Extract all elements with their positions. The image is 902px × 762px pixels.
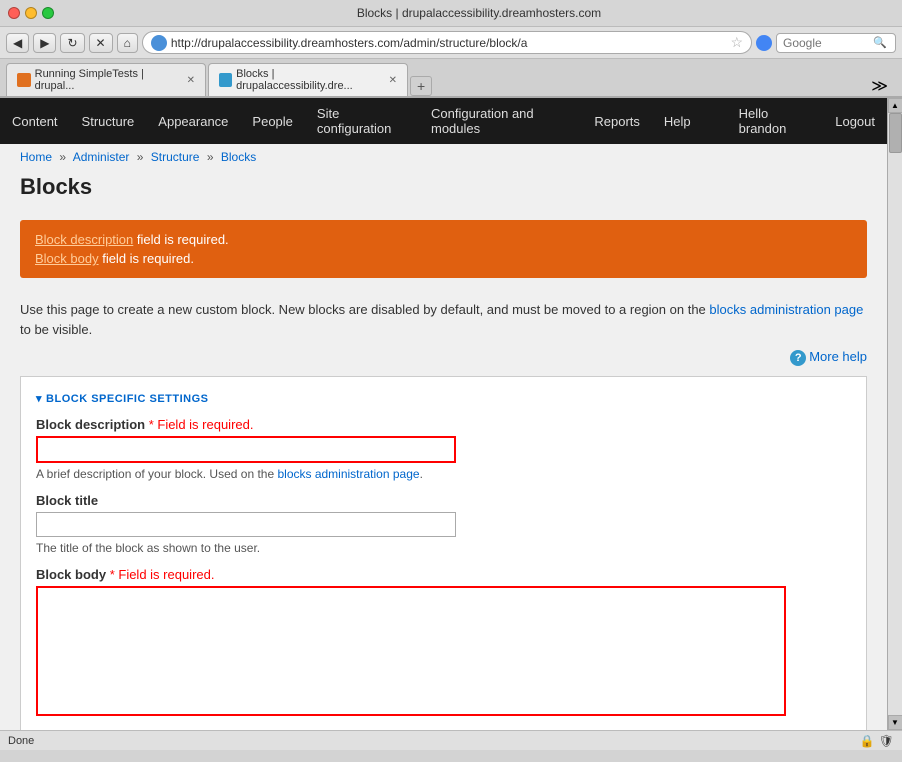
add-tab-button[interactable]: + xyxy=(410,76,432,96)
scroll-track[interactable] xyxy=(888,113,902,715)
block-description-input[interactable] xyxy=(36,436,456,463)
nav-content[interactable]: Content xyxy=(0,106,70,137)
block-description-hint: A brief description of your block. Used … xyxy=(36,467,851,481)
nav-reports[interactable]: Reports xyxy=(582,106,652,137)
bookmark-icon[interactable]: ☆ xyxy=(730,34,743,51)
tab-simpletests[interactable]: Running SimpleTests | drupal... ✕ xyxy=(6,63,206,96)
window-title: Blocks | drupalaccessibility.dreamhoster… xyxy=(64,6,894,20)
description-text-2: to be visible. xyxy=(20,322,92,337)
google-icon xyxy=(756,35,772,51)
more-help-text: More help xyxy=(809,349,867,364)
block-body-label: Block body * Field is required. xyxy=(36,567,851,582)
nav-structure[interactable]: Structure xyxy=(70,106,147,137)
error-1-link[interactable]: Block description xyxy=(35,232,133,247)
tab-close-2[interactable]: ✕ xyxy=(389,75,397,86)
error-1-text: field is required. xyxy=(133,232,228,247)
block-title-group: Block title The title of the block as sh… xyxy=(36,493,851,555)
description-text-1: Use this page to create a new custom blo… xyxy=(20,302,706,317)
tab-blocks[interactable]: Blocks | drupalaccessibility.dre... ✕ xyxy=(208,63,408,96)
drupal-nav: Content Structure Appearance People Site… xyxy=(0,98,887,144)
address-input[interactable] xyxy=(171,36,731,50)
breadcrumb: Home » Administer » Structure » Blocks xyxy=(0,144,887,170)
more-help-link[interactable]: ?More help xyxy=(790,349,867,364)
scrollbar: ▲ ▼ xyxy=(887,98,902,730)
block-settings-section: ▾ BLOCK SPECIFIC SETTINGS Block descripti… xyxy=(20,376,867,730)
scroll-up-arrow[interactable]: ▲ xyxy=(888,98,902,113)
block-title-hint: The title of the block as shown to the u… xyxy=(36,541,851,555)
status-bar: Done 🔒 🛡 xyxy=(0,730,902,750)
maximize-button[interactable] xyxy=(42,7,54,19)
minimize-button[interactable] xyxy=(25,7,37,19)
breadcrumb-blocks[interactable]: Blocks xyxy=(221,150,256,164)
home-button[interactable]: ⌂ xyxy=(117,33,138,53)
breadcrumb-sep-1: » xyxy=(59,150,66,164)
section-title: ▾ BLOCK SPECIFIC SETTINGS xyxy=(36,392,851,405)
nav-help[interactable]: Help xyxy=(652,106,703,137)
address-bar: ☆ xyxy=(142,31,752,54)
hint-text-1: A brief description of your block. Used … xyxy=(36,467,274,481)
error-box: Block description field is required. Blo… xyxy=(20,220,867,278)
tab-favicon-2 xyxy=(219,73,232,87)
help-icon: ? xyxy=(790,350,806,366)
block-title-input[interactable] xyxy=(36,512,456,537)
blocks-admin-page-link[interactable]: blocks administration page xyxy=(277,467,419,481)
tab-label-2: Blocks | drupalaccessibility.dre... xyxy=(236,68,384,92)
error-2-link[interactable]: Block body xyxy=(35,251,99,266)
page-description: Use this page to create a new custom blo… xyxy=(0,288,887,345)
tab-close-1[interactable]: ✕ xyxy=(187,75,195,86)
block-description-label-text: Block description xyxy=(36,417,145,432)
nav-people[interactable]: People xyxy=(240,106,304,137)
status-icon-1: 🔒 xyxy=(860,734,875,748)
tabs-bar: Running SimpleTests | drupal... ✕ Blocks… xyxy=(0,59,902,97)
block-description-label: Block description * Field is required. xyxy=(36,417,851,432)
scroll-thumb[interactable] xyxy=(889,113,902,153)
hint-period: . xyxy=(420,467,423,481)
window-controls xyxy=(8,7,54,19)
breadcrumb-sep-3: » xyxy=(207,150,214,164)
error-1: Block description field is required. xyxy=(35,232,852,247)
block-body-label-text: Block body xyxy=(36,567,106,582)
block-body-textarea[interactable] xyxy=(36,586,786,716)
error-2: Block body field is required. xyxy=(35,251,852,266)
nav-site-config[interactable]: Site configuration xyxy=(305,98,419,144)
status-icons: 🔒 🛡 xyxy=(860,734,894,748)
tab-favicon-1 xyxy=(17,73,31,87)
logout-link[interactable]: Logout xyxy=(823,106,887,137)
status-icon-2: 🛡 xyxy=(879,734,894,748)
blocks-admin-link[interactable]: blocks administration page xyxy=(709,302,863,317)
nav-appearance[interactable]: Appearance xyxy=(146,106,240,137)
page-content: Content Structure Appearance People Site… xyxy=(0,98,887,730)
navigation-bar: ◀ ▶ ↻ ✕ ⌂ ☆ 🔍 xyxy=(0,27,902,59)
breadcrumb-structure[interactable]: Structure xyxy=(151,150,200,164)
tab-scroll-right[interactable]: ≫ xyxy=(871,76,896,96)
more-help-container: ?More help xyxy=(0,345,887,376)
block-description-required: * Field is required. xyxy=(149,417,254,432)
section-toggle[interactable]: ▾ xyxy=(36,393,42,405)
forward-button[interactable]: ▶ xyxy=(33,33,56,53)
page-title: Blocks xyxy=(0,170,887,210)
block-body-group: Block body * Field is required. xyxy=(36,567,851,716)
close-button[interactable] xyxy=(8,7,20,19)
nav-config-modules[interactable]: Configuration and modules xyxy=(419,98,582,144)
error-2-text: field is required. xyxy=(99,251,194,266)
block-body-required: * Field is required. xyxy=(110,567,215,582)
security-icon xyxy=(151,35,167,51)
breadcrumb-sep-2: » xyxy=(137,150,144,164)
tab-label-1: Running SimpleTests | drupal... xyxy=(35,68,183,92)
breadcrumb-administer[interactable]: Administer xyxy=(73,150,130,164)
block-description-group: Block description * Field is required. A… xyxy=(36,417,851,481)
page-wrapper: Content Structure Appearance People Site… xyxy=(0,98,902,730)
section-title-text: BLOCK SPECIFIC SETTINGS xyxy=(46,393,208,405)
search-bar: 🔍 xyxy=(776,33,896,53)
user-greeting: Hello brandon xyxy=(727,98,824,144)
breadcrumb-home[interactable]: Home xyxy=(20,150,52,164)
reload-button[interactable]: ↻ xyxy=(60,33,84,53)
scroll-down-arrow[interactable]: ▼ xyxy=(888,715,902,730)
search-input[interactable] xyxy=(783,36,873,50)
block-title-label: Block title xyxy=(36,493,851,508)
search-icon[interactable]: 🔍 xyxy=(873,36,887,49)
stop-button[interactable]: ✕ xyxy=(89,33,113,53)
status-text: Done xyxy=(8,735,34,747)
back-button[interactable]: ◀ xyxy=(6,33,29,53)
